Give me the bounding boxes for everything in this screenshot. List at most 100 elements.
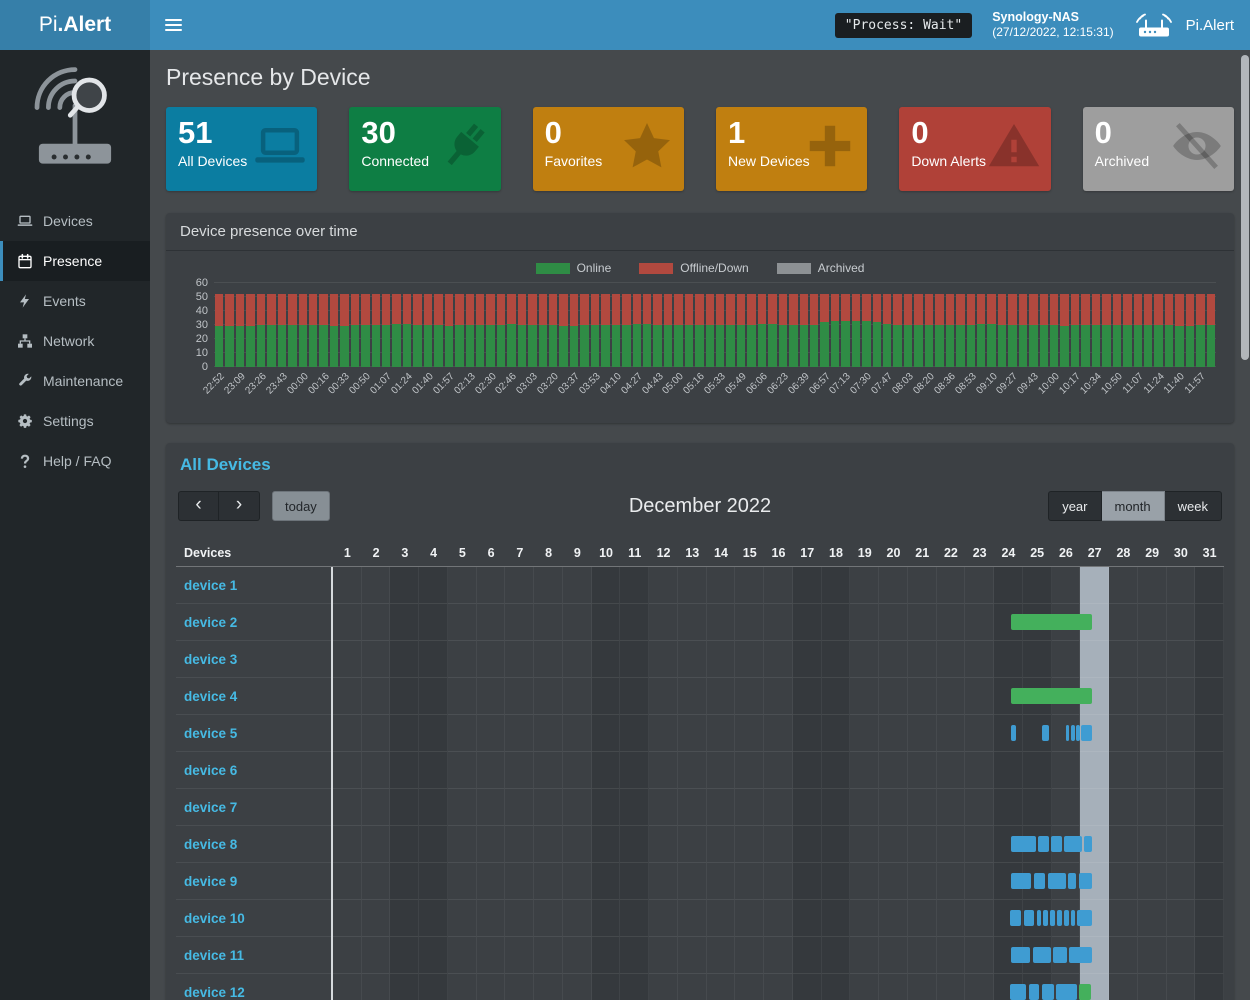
device-row: device 1 <box>176 567 1224 604</box>
device-link[interactable]: device 11 <box>176 937 331 974</box>
day-cell <box>822 604 851 641</box>
device-link[interactable]: device 1 <box>176 567 331 604</box>
device-day-grid <box>331 826 1224 863</box>
stacked-bar <box>852 283 860 367</box>
day-cell <box>735 641 764 678</box>
prev-month-button[interactable]: ‹ <box>178 491 219 521</box>
day-cell <box>707 752 736 789</box>
scrollbar-thumb[interactable] <box>1241 55 1249 360</box>
sidebar-item-help-faq[interactable]: Help / FAQ <box>0 441 150 481</box>
stacked-bar <box>278 283 286 367</box>
day-cell <box>879 567 908 604</box>
day-header: 25 <box>1023 539 1052 566</box>
presence-bar <box>1042 725 1049 741</box>
device-row: device 9 <box>176 863 1224 900</box>
day-cell <box>850 974 879 1000</box>
device-link[interactable]: device 9 <box>176 863 331 900</box>
network-icon <box>17 333 33 349</box>
device-link[interactable]: device 10 <box>176 900 331 937</box>
summary-card-new-devices[interactable]: 1New Devices <box>716 107 867 191</box>
sidebar-item-devices[interactable]: Devices <box>0 201 150 241</box>
summary-card-archived[interactable]: 0Archived <box>1083 107 1234 191</box>
sidebar-item-label: Network <box>43 333 94 349</box>
day-cell <box>419 900 448 937</box>
day-cell <box>822 752 851 789</box>
stacked-bar <box>1113 283 1121 367</box>
summary-card-down-alerts[interactable]: 0Down Alerts <box>899 107 1050 191</box>
today-button[interactable]: today <box>272 491 330 521</box>
legend-item-offline-down[interactable]: Offline/Down <box>639 261 748 275</box>
device-link[interactable]: device 8 <box>176 826 331 863</box>
day-cell <box>649 937 678 974</box>
device-link[interactable]: device 2 <box>176 604 331 641</box>
stacked-bar <box>967 283 975 367</box>
sidebar-item-presence[interactable]: Presence <box>0 241 150 281</box>
stacked-bar <box>664 283 672 367</box>
day-cell <box>1167 900 1196 937</box>
device-link[interactable]: device 4 <box>176 678 331 715</box>
stacked-bar <box>1175 283 1183 367</box>
day-cell <box>735 752 764 789</box>
next-month-button[interactable]: › <box>219 491 260 521</box>
device-link[interactable]: device 6 <box>176 752 331 789</box>
day-cell <box>707 604 736 641</box>
device-day-grid <box>331 604 1224 641</box>
day-cell <box>1138 974 1167 1000</box>
sidebar-item-events[interactable]: Events <box>0 281 150 321</box>
day-cell <box>793 900 822 937</box>
stacked-bar <box>622 283 630 367</box>
presence-chart-panel: Device presence over time OnlineOffline/… <box>166 213 1234 423</box>
day-cell <box>793 863 822 900</box>
view-button-week[interactable]: week <box>1165 491 1222 521</box>
day-cell <box>678 826 707 863</box>
day-cell <box>1023 641 1052 678</box>
day-cell <box>1195 641 1224 678</box>
presence-bar <box>1071 910 1076 926</box>
day-cell <box>1109 678 1138 715</box>
day-cell <box>1109 604 1138 641</box>
sidebar-toggle-icon[interactable] <box>150 0 196 50</box>
legend-item-archived[interactable]: Archived <box>777 261 865 275</box>
day-cell <box>477 863 506 900</box>
legend-swatch <box>777 263 811 274</box>
sidebar-item-label: Presence <box>43 253 102 269</box>
summary-card-favorites[interactable]: 0Favorites <box>533 107 684 191</box>
day-cell <box>879 715 908 752</box>
device-link[interactable]: device 3 <box>176 641 331 678</box>
day-cell <box>937 752 966 789</box>
device-day-grid <box>331 752 1224 789</box>
presence-bar <box>1033 947 1051 963</box>
day-cell <box>1109 641 1138 678</box>
presence-bar <box>1064 910 1069 926</box>
summary-card-connected[interactable]: 30Connected <box>349 107 500 191</box>
stacked-bar <box>518 283 526 367</box>
day-cell <box>1195 937 1224 974</box>
legend-item-online[interactable]: Online <box>536 261 612 275</box>
view-button-year[interactable]: year <box>1048 491 1101 521</box>
device-link[interactable]: device 5 <box>176 715 331 752</box>
sidebar-item-network[interactable]: Network <box>0 321 150 361</box>
day-cell <box>333 863 362 900</box>
stacked-bar <box>904 283 912 367</box>
brand-logo[interactable]: Pi.Alert <box>0 0 150 50</box>
stacked-bar <box>382 283 390 367</box>
day-cell <box>707 715 736 752</box>
day-cell <box>477 900 506 937</box>
device-link[interactable]: device 12 <box>176 974 331 1000</box>
stacked-bar <box>267 283 275 367</box>
day-cell <box>822 641 851 678</box>
device-link[interactable]: device 7 <box>176 789 331 826</box>
day-cell <box>1167 974 1196 1000</box>
day-cell <box>592 900 621 937</box>
day-cell <box>333 937 362 974</box>
legend-label: Offline/Down <box>680 261 748 275</box>
day-cell <box>994 789 1023 826</box>
view-button-month[interactable]: month <box>1102 491 1165 521</box>
summary-card-all-devices[interactable]: 51All Devices <box>166 107 317 191</box>
process-status-badge[interactable]: "Process: Wait" <box>835 13 972 38</box>
device-day-grid <box>331 937 1224 974</box>
sidebar-item-settings[interactable]: Settings <box>0 401 150 441</box>
sidebar-item-maintenance[interactable]: Maintenance <box>0 361 150 401</box>
day-cell <box>390 974 419 1000</box>
day-cell <box>1167 604 1196 641</box>
